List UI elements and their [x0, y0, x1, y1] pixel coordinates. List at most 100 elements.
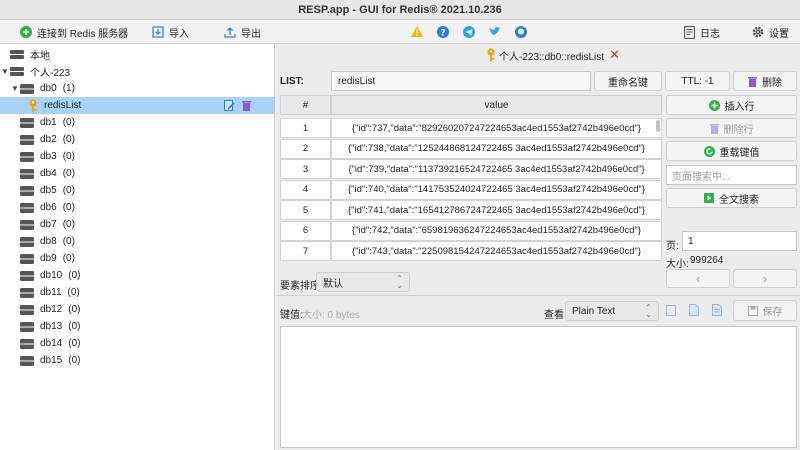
page-search-input[interactable]: 页面搜索中...: [666, 165, 797, 185]
db-count: (0): [62, 219, 75, 230]
table-cell-index[interactable]: 2: [280, 138, 331, 159]
tree-item-db[interactable]: db13 (0): [0, 318, 275, 335]
key-editor-panel: 个人-223::db0::redisList ✕ LIST: redisList…: [276, 44, 800, 450]
tree-item-db[interactable]: db5 (0): [0, 182, 275, 199]
key-value-label: 键值:: [280, 310, 303, 321]
svg-text:?: ?: [440, 29, 445, 39]
save-button[interactable]: 保存: [733, 300, 797, 321]
fulltext-search-label: 全文搜索: [719, 194, 759, 206]
table-cell-index[interactable]: 4: [280, 179, 331, 200]
tree-item-db[interactable]: db1 (0): [0, 114, 275, 131]
column-header-value[interactable]: value: [331, 95, 662, 115]
db-label: db6: [40, 202, 57, 213]
export-button[interactable]: 导出: [224, 20, 261, 44]
export-icon: [224, 27, 236, 38]
import-button[interactable]: 导入: [152, 20, 189, 44]
fulltext-search-button[interactable]: 全文搜索: [666, 188, 797, 208]
tree-item-db[interactable]: db3 (0): [0, 148, 275, 165]
document-icon[interactable]: [712, 304, 722, 316]
delete-key-button[interactable]: 删除: [733, 71, 797, 91]
telegram-icon[interactable]: [462, 25, 476, 39]
insert-row-button[interactable]: 插入行: [666, 95, 797, 115]
db-label: db15: [40, 355, 63, 366]
db-count: (0): [62, 134, 75, 145]
table-cell-index[interactable]: 1: [280, 118, 331, 138]
tree-item-local[interactable]: 本地: [0, 46, 275, 63]
github-icon[interactable]: [514, 25, 528, 39]
settings-label: 设置: [769, 28, 789, 40]
page-value: 1: [688, 235, 694, 247]
edit-icon[interactable]: [224, 100, 235, 111]
tree-item-db[interactable]: db4 (0): [0, 165, 275, 182]
import-label: 导入: [169, 28, 189, 40]
table-cell-value[interactable]: {"id":742,"data":"659819636247224653ac4e…: [331, 220, 662, 241]
reload-button[interactable]: 重载键值: [666, 141, 797, 161]
connect-button[interactable]: 连接到 Redis 服务器: [20, 20, 128, 44]
table-cell-index[interactable]: 6: [280, 220, 331, 241]
warning-icon[interactable]: [410, 25, 424, 39]
tree-item-db[interactable]: db7 (0): [0, 216, 275, 233]
database-icon: [20, 151, 34, 162]
key-name-field[interactable]: redisList: [331, 71, 591, 91]
tree-item-db[interactable]: db11 (0): [0, 284, 275, 301]
tree-item-db[interactable]: db15 (0): [0, 352, 275, 369]
help-icon[interactable]: ?: [436, 25, 450, 39]
tree-item-db[interactable]: db2 (0): [0, 131, 275, 148]
tree-item-db[interactable]: db12 (0): [0, 301, 275, 318]
prev-page-button[interactable]: ‹: [666, 269, 730, 288]
copy-icon[interactable]: [666, 305, 676, 316]
tree-item-db[interactable]: db8 (0): [0, 233, 275, 250]
twitter-icon[interactable]: [488, 25, 502, 39]
table-cell-value[interactable]: {"id":741,"data":"165412786724722465 3ac…: [331, 200, 662, 220]
tree-item-db[interactable]: db10 (0): [0, 267, 275, 284]
file-icon[interactable]: [689, 304, 699, 316]
tree-item-label: 本地: [30, 51, 50, 62]
table-cell-index[interactable]: 7: [280, 241, 331, 261]
column-header-index[interactable]: #: [280, 95, 331, 115]
tree-item-db[interactable]: db9 (0): [0, 250, 275, 267]
db-count: (0): [62, 253, 75, 264]
log-button[interactable]: 日志: [684, 20, 720, 44]
key-tab[interactable]: 个人-223::db0::redisList ✕: [486, 47, 620, 63]
value-textarea[interactable]: [280, 326, 797, 448]
format-value: Plain Text: [572, 305, 616, 317]
close-tab-icon[interactable]: ✕: [609, 47, 620, 63]
database-icon: [20, 253, 34, 264]
expand-arrow-icon[interactable]: ▼: [10, 84, 20, 93]
database-icon: [20, 185, 34, 196]
tree-item-connection[interactable]: ▼ 个人-223: [0, 63, 275, 80]
table-scrollbar[interactable]: [656, 120, 660, 132]
delete-row-button[interactable]: 删除行: [666, 118, 797, 138]
table-cell-index[interactable]: 5: [280, 200, 331, 220]
tree-item-db[interactable]: db6 (0): [0, 199, 275, 216]
db-count: (0): [62, 202, 75, 213]
table-cell-value[interactable]: {"id":743,"data":"225098154247224653ac4e…: [331, 241, 662, 261]
gear-icon: [752, 26, 764, 38]
sort-select[interactable]: 默认 ⌃ ⌄: [316, 272, 410, 292]
next-page-button[interactable]: ›: [733, 269, 797, 288]
ttl-button[interactable]: TTL: -1: [665, 71, 730, 91]
format-select[interactable]: Plain Text ⌃ ⌄: [565, 301, 659, 321]
settings-button[interactable]: 设置: [752, 20, 789, 44]
rename-key-button[interactable]: 重命名键: [594, 71, 662, 91]
database-icon: [20, 83, 34, 94]
tree-item-db[interactable]: db14 (0): [0, 335, 275, 352]
table-cell-value[interactable]: {"id":740,"data":"141753524024722465 3ac…: [331, 179, 662, 200]
db-count: (0): [68, 270, 81, 281]
divider: [276, 295, 800, 296]
tree-item-db[interactable]: ▼ db0 (1): [0, 80, 275, 97]
expand-arrow-icon[interactable]: ▼: [0, 67, 10, 76]
table-cell-index[interactable]: 3: [280, 159, 331, 179]
table-cell-value[interactable]: {"id":738,"data":"125244868124722465 3ac…: [331, 138, 662, 159]
trash-icon[interactable]: [242, 100, 251, 111]
table-cell-value[interactable]: {"id":737,"data":"829260207247224653ac4e…: [331, 118, 662, 138]
tree-item-key[interactable]: redisList: [0, 97, 275, 114]
page-input[interactable]: 1: [682, 231, 797, 251]
db-label: db7: [40, 219, 57, 230]
plus-circle-icon: [20, 26, 32, 38]
table-cell-value[interactable]: {"id":739,"data":"113739216524722465 3ac…: [331, 159, 662, 179]
db-label: db12: [40, 304, 63, 315]
server-icon: [10, 66, 24, 76]
sort-value: 默认: [323, 278, 343, 290]
insert-row-label: 插入行: [724, 101, 755, 113]
